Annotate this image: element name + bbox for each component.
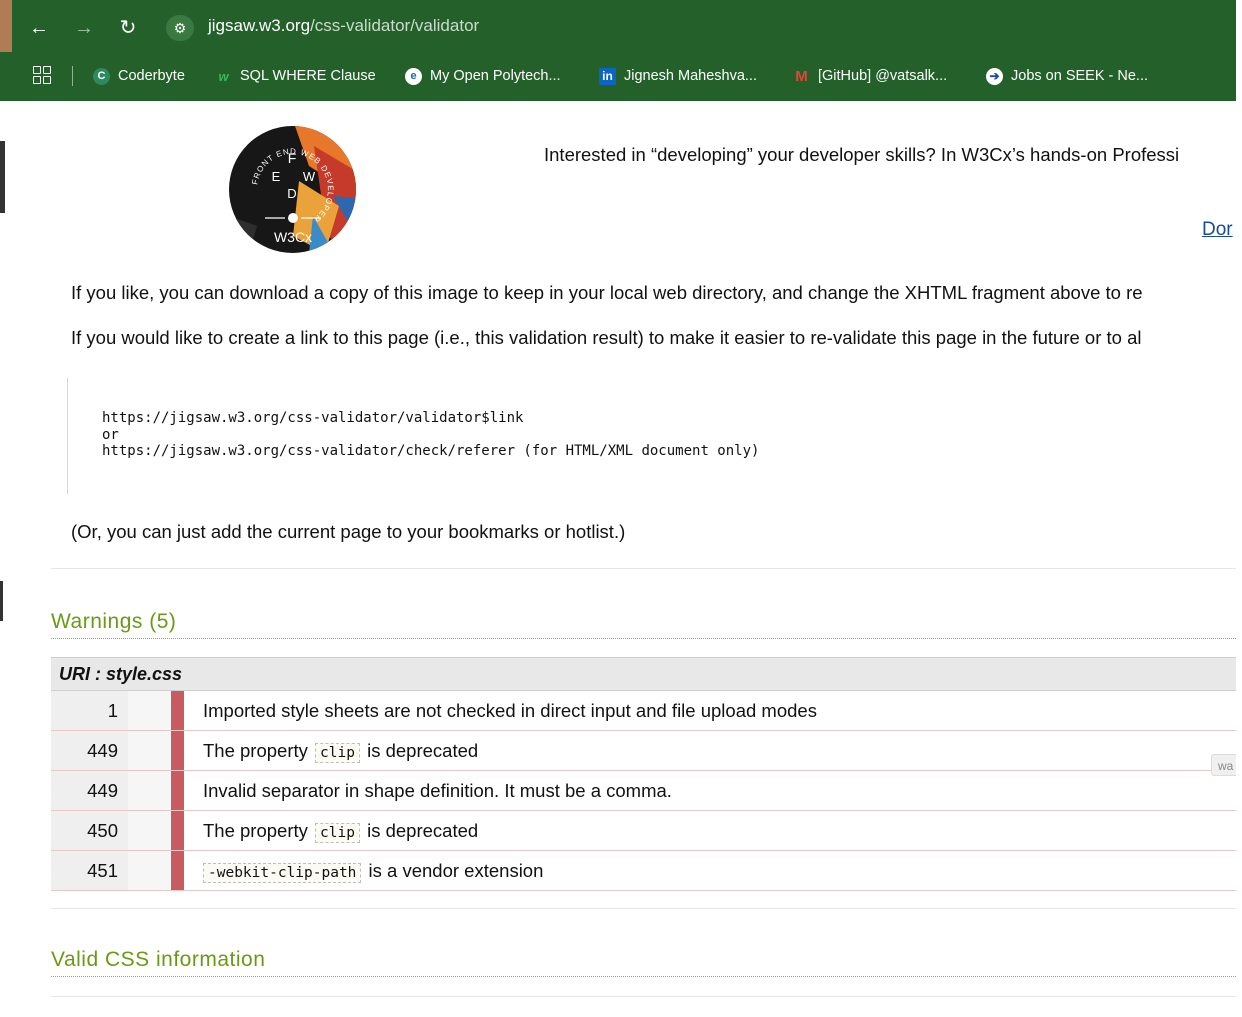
warning-message: The property clip is deprecated (184, 730, 1236, 771)
logo-letter: F (288, 150, 297, 166)
line-number: 451 (51, 850, 128, 891)
window-edge (0, 0, 12, 52)
warning-message: -webkit-clip-path is a vendor extension (184, 850, 1236, 891)
bookmark-seek[interactable]: ➔ Jobs on SEEK - Ne... (986, 65, 1148, 87)
warnings-table: 1 Imported style sheets are not checked … (51, 691, 1236, 891)
donate-link[interactable]: Dor (1202, 219, 1233, 241)
apps-grid-icon[interactable] (33, 66, 51, 84)
page-content[interactable]: FRONT END WEB DEVELOPER F E W D W3Cx Int… (0, 101, 1236, 1017)
divider (51, 568, 1236, 569)
uri-header: URI : style.css (51, 657, 1236, 691)
bookmark-coderbyte[interactable]: C Coderbyte (93, 65, 185, 87)
logo-letter: W (303, 169, 316, 184)
line-number: 1 (51, 691, 128, 731)
bookmark-github-mail[interactable]: M [GitHub] @vatsalk... (793, 65, 947, 87)
table-row: 450 The property clip is deprecated (51, 810, 1236, 851)
url-path: /css-validator/validator (310, 16, 480, 35)
warning-marker (171, 850, 184, 891)
left-edge-marker (0, 141, 5, 213)
front-end-web-developer-logo[interactable]: FRONT END WEB DEVELOPER F E W D W3Cx (229, 126, 356, 253)
code-line: or (102, 426, 119, 443)
bookmark-label: Coderbyte (118, 68, 185, 84)
polytech-icon: e (405, 67, 422, 85)
divider (51, 908, 1236, 909)
line-number: 450 (51, 810, 128, 851)
divider (51, 996, 1236, 997)
bookmark-label: My Open Polytech... (430, 68, 561, 84)
create-link-paragraph: If you would like to create a link to th… (71, 327, 1142, 348)
browser-chrome: ← → ↻ ⚙ jigsaw.w3.org/css-validator/vali… (0, 0, 1236, 101)
bookmark-label: [GitHub] @vatsalk... (818, 68, 948, 84)
property-code: clip (315, 742, 360, 763)
table-row: 449 The property clip is deprecated (51, 730, 1236, 771)
bookmark-label: Jignesh Maheshva... (624, 68, 757, 84)
line-number: 449 (51, 770, 128, 811)
line-number: 449 (51, 730, 128, 771)
logo-letter: D (287, 186, 296, 201)
bookmark-sql-where[interactable]: w SQL WHERE Clause (215, 65, 376, 87)
bookmarks-bar: C Coderbyte w SQL WHERE Clause e My Open… (0, 56, 1236, 96)
warning-marker (171, 730, 184, 771)
valid-css-heading[interactable]: Valid CSS information (51, 948, 1236, 977)
table-row: 451 -webkit-clip-path is a vendor extens… (51, 850, 1236, 891)
warning-message: The property clip is deprecated (184, 810, 1236, 851)
promo-text: Interested in “developing” your develope… (544, 144, 1180, 165)
left-edge-marker (0, 581, 3, 621)
property-code: -webkit-clip-path (203, 862, 362, 883)
reload-icon[interactable]: ↻ (114, 14, 142, 42)
table-row: 1 Imported style sheets are not checked … (51, 691, 1236, 731)
download-image-paragraph: If you like, you can download a copy of … (71, 282, 1143, 303)
link-code-block: https://jigsaw.w3.org/css-validator/vali… (67, 378, 1236, 494)
site-settings-icon[interactable]: ⚙ (166, 15, 194, 41)
property-code: clip (315, 822, 360, 843)
warning-marker (171, 810, 184, 851)
address-bar[interactable]: jigsaw.w3.org/css-validator/validator (208, 16, 479, 36)
code-line: https://jigsaw.w3.org/css-validator/vali… (102, 410, 524, 426)
warnings-heading: Warnings (5) (51, 610, 1236, 639)
logo-letter: E (272, 169, 281, 184)
uri-label: URI : style.css (59, 664, 183, 684)
seek-icon: ➔ (986, 67, 1003, 85)
warning-message: Invalid separator in shape definition. I… (184, 770, 1236, 811)
bookmark-label: Jobs on SEEK - Ne... (1011, 68, 1149, 84)
forward-arrow-icon[interactable]: → (70, 14, 98, 42)
back-arrow-icon[interactable]: ← (25, 14, 53, 42)
code-line: https://jigsaw.w3.org/css-validator/chec… (102, 443, 760, 459)
warning-message: Imported style sheets are not checked in… (184, 691, 1236, 731)
warning-marker (171, 770, 184, 811)
warning-marker (171, 691, 184, 731)
gmail-icon: M (795, 67, 808, 85)
bookmark-linkedin[interactable]: in Jignesh Maheshva... (599, 65, 757, 87)
coderbyte-icon: C (93, 67, 110, 85)
logo-brand: W3Cx (274, 229, 312, 245)
bookmarks-separator (72, 66, 73, 86)
table-row: 449 Invalid separator in shape definitio… (51, 770, 1236, 811)
linkedin-icon: in (599, 67, 616, 85)
url-host: jigsaw.w3.org (208, 16, 311, 35)
w3schools-icon: w (218, 68, 229, 84)
bookmark-label: SQL WHERE Clause (240, 68, 376, 84)
bookmark-note: (Or, you can just add the current page t… (71, 521, 626, 542)
tooltip: wa (1211, 754, 1236, 776)
bookmark-open-polytech[interactable]: e My Open Polytech... (405, 65, 561, 87)
